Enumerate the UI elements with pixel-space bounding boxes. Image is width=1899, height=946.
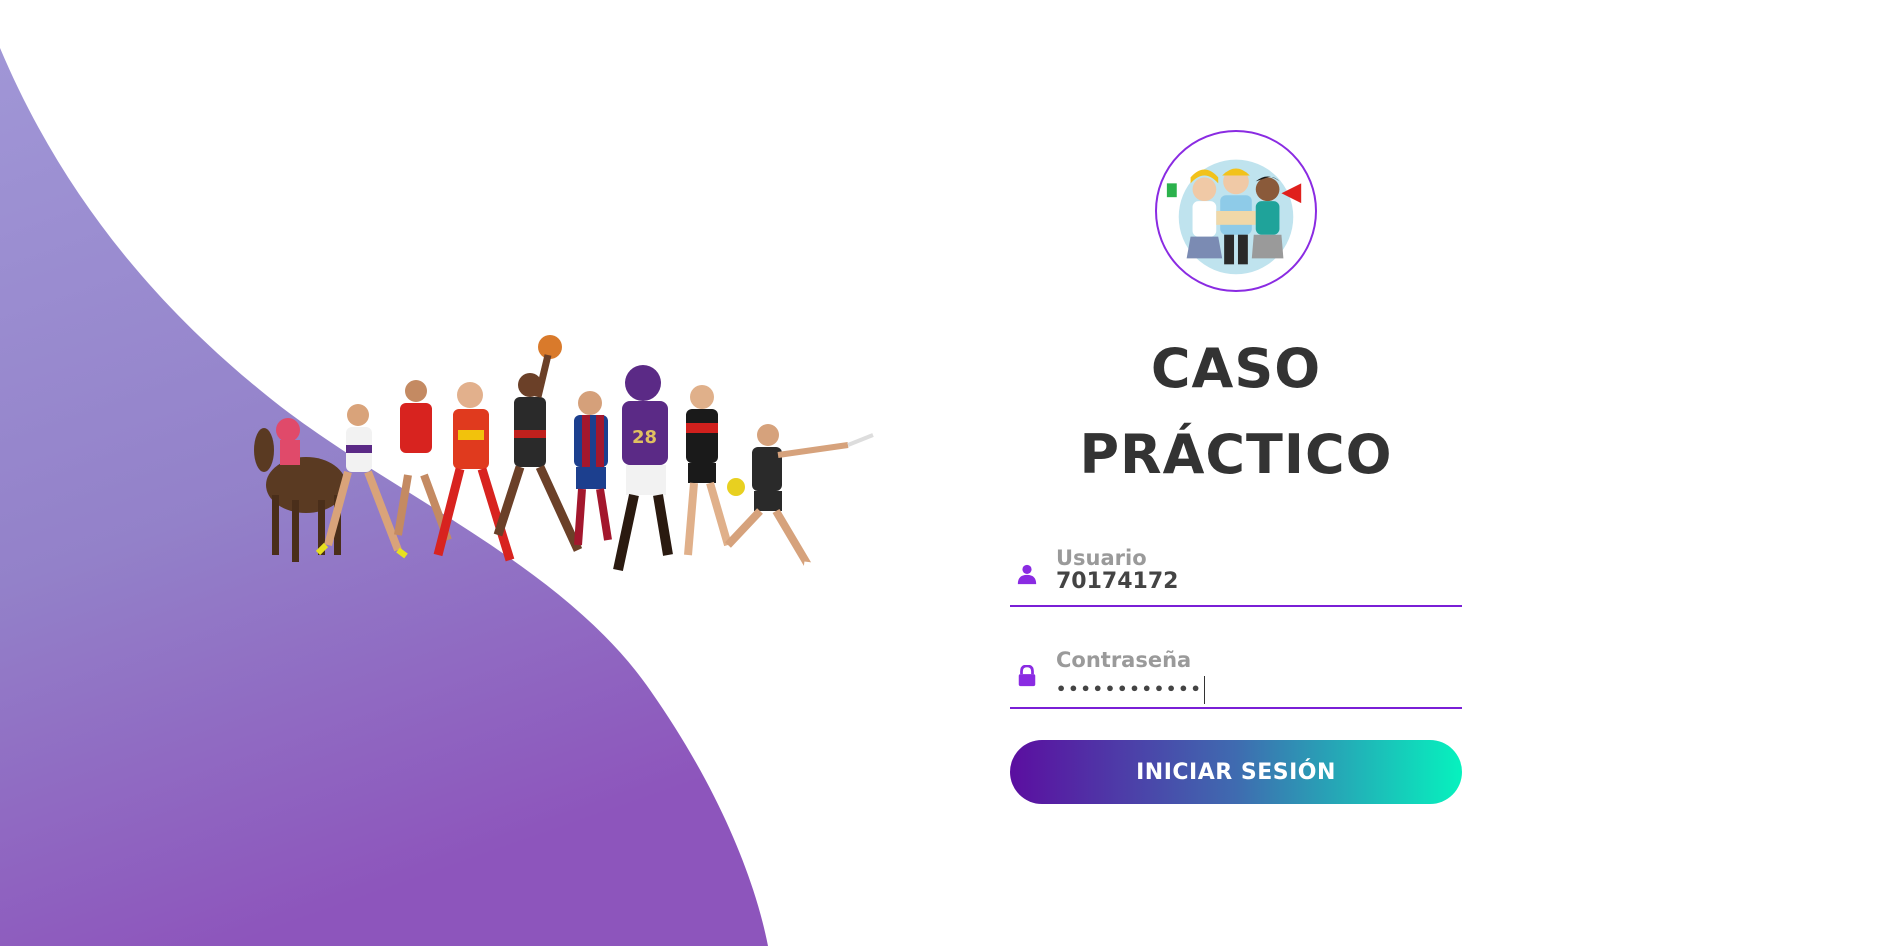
team-avatar-icon: [1155, 130, 1317, 292]
username-field[interactable]: Usuario 70174172: [1010, 536, 1462, 607]
page-title: CASO PRÁCTICO: [1010, 326, 1462, 498]
basketball-player-figure: [493, 335, 583, 552]
football-player-red-figure: [394, 380, 452, 542]
password-input[interactable]: ••••••••••••: [1056, 676, 1446, 704]
login-button[interactable]: INICIAR SESIÓN: [1010, 740, 1462, 804]
text-caret: [1203, 676, 1205, 704]
tennis-player-figure: [725, 424, 874, 571]
login-page: 28 CASO PRÁCTICO Usuario 70174172 Contra…: [0, 0, 1899, 946]
barcelona-player-figure: [574, 391, 612, 546]
american-football-player-figure: 28: [613, 365, 673, 572]
afl-runner-figure: [684, 385, 745, 556]
password-field[interactable]: Contraseña ••••••••••••: [1010, 638, 1462, 709]
lock-icon: [1016, 665, 1038, 687]
username-input[interactable]: 70174172: [1056, 569, 1446, 594]
sports-athletes-illustration: 28: [254, 335, 874, 572]
password-label: Contraseña: [1056, 648, 1192, 672]
username-label: Usuario: [1056, 546, 1147, 570]
title-line-1: CASO: [1150, 337, 1322, 400]
password-mask: ••••••••••••: [1056, 679, 1203, 699]
title-line-2: PRÁCTICO: [1079, 423, 1393, 486]
login-panel: CASO PRÁCTICO Usuario 70174172 Contraseñ…: [1010, 130, 1462, 804]
user-icon: [1016, 563, 1038, 585]
svg-text:28: 28: [632, 427, 657, 448]
